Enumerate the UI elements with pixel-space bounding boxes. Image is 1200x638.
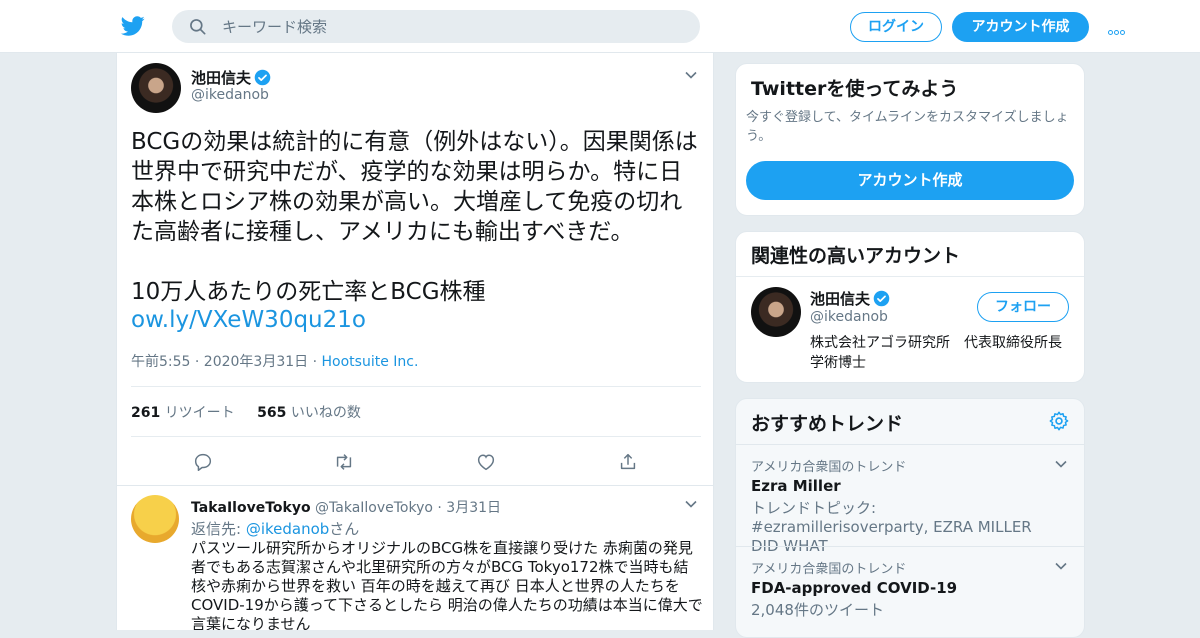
divider xyxy=(117,485,713,486)
tweet-text: BCGの効果は統計的に有意（例外はない）。因果関係は世界中で研究中だが、疫学的な… xyxy=(131,129,698,305)
retweet-stat[interactable]: 261 リツイート xyxy=(131,405,235,421)
chevron-down-icon[interactable] xyxy=(1054,457,1068,471)
display-name[interactable]: TakaIloveTokyo xyxy=(191,500,311,516)
trend-name[interactable]: Ezra Miller xyxy=(751,477,841,495)
tweet-metadata: 午前5:55 · 2020年3月31日 · Hootsuite Inc. xyxy=(131,351,418,371)
chevron-down-icon[interactable] xyxy=(684,68,698,82)
more-options-icon[interactable] xyxy=(1108,20,1130,35)
gear-icon[interactable] xyxy=(1048,410,1070,432)
mention-link[interactable]: @ikedanob xyxy=(246,520,329,538)
verified-badge-icon xyxy=(254,69,271,86)
reply-icon[interactable] xyxy=(192,451,214,473)
account-name[interactable]: 池田信夫 xyxy=(810,288,890,309)
trend-context: アメリカ合衆国のトレンド xyxy=(751,460,907,475)
signup-card: Twitterを使ってみよう 今すぐ登録して、タイムラインをカスタマイズしましょ… xyxy=(735,63,1085,216)
divider xyxy=(131,386,701,387)
card-description: 今すぐ登録して、タイムラインをカスタマイズしましょう。 xyxy=(746,110,1069,144)
chevron-down-icon[interactable] xyxy=(1054,559,1068,573)
replying-to: 返信先: @ikedanobさん xyxy=(191,520,360,538)
avatar[interactable] xyxy=(131,63,181,113)
avatar[interactable] xyxy=(131,495,179,543)
tweet-author-name[interactable]: 池田信夫 xyxy=(191,67,271,88)
account-bio: 株式会社アゴラ研究所 代表取締役所長 学術博士 xyxy=(810,335,1076,371)
account-handle[interactable]: @ikedanob xyxy=(810,309,888,325)
display-name[interactable]: 池田信夫 xyxy=(191,69,251,87)
card-title: おすすめトレンド xyxy=(751,413,904,435)
divider xyxy=(736,276,1084,277)
trends-card: おすすめトレンド アメリカ合衆国のトレンド Ezra Miller トレンドトピ… xyxy=(735,398,1085,638)
card-title: Twitterを使ってみよう xyxy=(751,78,959,100)
signup-button[interactable]: アカウント作成 xyxy=(952,12,1089,42)
tweet-source[interactable]: Hootsuite Inc. xyxy=(322,354,419,370)
divider xyxy=(131,436,701,437)
trend-name[interactable]: FDA-approved COVID-19 xyxy=(751,579,957,597)
verified-badge-icon xyxy=(873,290,890,307)
like-stat[interactable]: 565 いいねの数 xyxy=(257,405,361,421)
reply-author[interactable]: TakaIloveTokyo @TakaIloveTokyo · 3月31日 xyxy=(191,497,501,517)
search-box[interactable] xyxy=(172,10,700,43)
reply-handle-date[interactable]: @TakaIloveTokyo · 3月31日 xyxy=(315,500,501,516)
trend-item[interactable]: アメリカ合衆国のトレンド FDA-approved COVID-19 2,048… xyxy=(736,546,1084,637)
like-icon[interactable] xyxy=(475,451,497,473)
related-accounts-card: 関連性の高いアカウント 池田信夫 @ikedanob フォロー 株式会社アゴラ研… xyxy=(735,231,1085,383)
create-account-button[interactable]: アカウント作成 xyxy=(746,161,1074,200)
login-button[interactable]: ログイン xyxy=(850,12,942,42)
tweet-link[interactable]: ow.ly/VXeW30qu21o xyxy=(131,307,366,333)
tweet-column: 池田信夫 @ikedanob BCGの効果は統計的に有意（例外はない）。因果関係… xyxy=(116,53,714,630)
card-title: 関連性の高いアカウント xyxy=(751,245,961,267)
trend-context: アメリカ合衆国のトレンド xyxy=(751,562,907,577)
trend-meta: 2,048件のツイート xyxy=(751,601,884,619)
retweet-icon[interactable] xyxy=(333,451,355,473)
avatar[interactable] xyxy=(751,287,801,337)
tweet-stats: 261 リツイート 565 いいねの数 xyxy=(131,402,361,422)
follow-button[interactable]: フォロー xyxy=(977,292,1069,322)
top-bar: ログイン アカウント作成 xyxy=(0,0,1200,53)
tweet-timestamp[interactable]: 午前5:55 · 2020年3月31日 · xyxy=(131,354,317,370)
tweet-author-handle[interactable]: @ikedanob xyxy=(191,87,269,103)
search-input[interactable] xyxy=(222,10,682,43)
twitter-logo-icon[interactable] xyxy=(120,14,146,38)
share-icon[interactable] xyxy=(617,451,639,473)
chevron-down-icon[interactable] xyxy=(684,497,698,511)
reply-text: パスツール研究所からオリジナルのBCG株を直接譲り受けた 赤痢菌の発見者でもある… xyxy=(191,539,703,630)
trend-item[interactable]: アメリカ合衆国のトレンド Ezra Miller トレンドトピック: #ezra… xyxy=(736,444,1084,555)
search-icon xyxy=(190,19,206,35)
